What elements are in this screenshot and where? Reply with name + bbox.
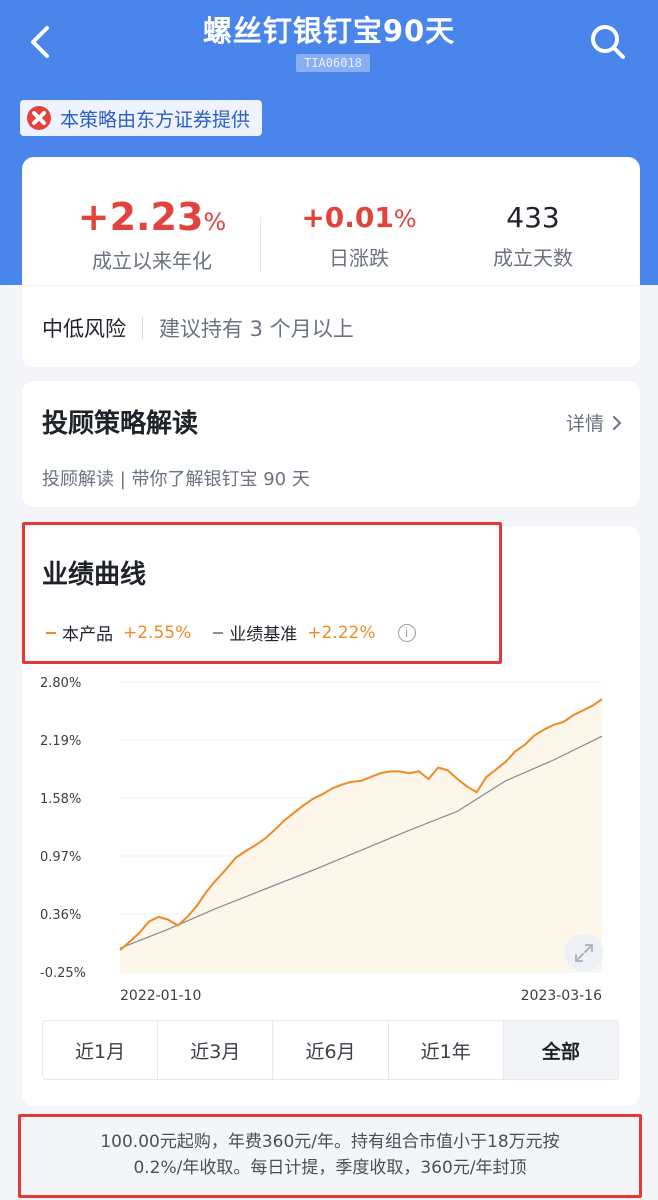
interpretation-title: 投顾策略解读: [42, 409, 199, 439]
annualized-value: +2.23%: [77, 195, 227, 239]
range-tab-1m[interactable]: 近1月: [43, 1021, 159, 1079]
risk-row: 中低风险 建议持有 3 个月以上: [42, 313, 354, 343]
x-start-label: 2022-01-10: [120, 988, 201, 1004]
search-button[interactable]: [588, 22, 628, 62]
range-tab-all[interactable]: 全部: [503, 1021, 618, 1079]
performance-chart[interactable]: 2.80% 2.19% 1.58% 0.97% 0.36% -0.25% 2022-01-1…: [22, 676, 640, 1006]
y-tick-label: 0.97%: [40, 850, 81, 865]
daily-change-value: +0.01%: [301, 201, 417, 234]
expand-chart-button[interactable]: [565, 934, 603, 972]
risk-level: 中低风险: [42, 317, 126, 341]
hold-tip: 建议持有 3 个月以上: [159, 317, 354, 341]
top-bar: 螺丝钉银钉宝90天 TIA06018: [0, 0, 658, 90]
daily-change-label: 日涨跌: [329, 246, 389, 270]
days-label: 成立天数: [493, 246, 573, 270]
daily-change-stat: +0.01% 日涨跌: [284, 195, 434, 271]
chevron-right-icon: [613, 415, 622, 430]
stats-card: +2.23% 成立以来年化 +0.01% 日涨跌 433 成立天数 中低风险 建…: [22, 157, 640, 367]
range-tab-1y[interactable]: 近1年: [389, 1021, 504, 1079]
risk-divider: [142, 317, 143, 339]
details-link[interactable]: 详情: [566, 409, 622, 436]
y-tick-label: 0.36%: [40, 908, 81, 923]
product-code-badge: TIA06018: [296, 54, 370, 72]
y-tick-label: 2.80%: [40, 676, 81, 691]
days-stat: 433 成立天数: [458, 195, 608, 271]
range-tab-3m[interactable]: 近3月: [158, 1021, 274, 1079]
expand-icon: [575, 944, 593, 962]
page-title: 螺丝钉银钉宝90天: [202, 14, 456, 48]
stats-separator: [22, 285, 640, 286]
days-value: 433: [506, 201, 560, 234]
search-icon: [591, 25, 625, 59]
y-tick-label: -0.25%: [40, 966, 86, 981]
range-selector: 近1月 近3月 近6月 近1年 全部: [42, 1020, 619, 1080]
provider-tag[interactable]: 本策略由东方证券提供: [20, 100, 263, 136]
y-tick-label: 2.19%: [40, 734, 81, 749]
x-end-label: 2023-03-16: [521, 988, 602, 1004]
stat-divider: [260, 217, 261, 273]
highlight-box-fee: [18, 1114, 642, 1198]
provider-label: 本策略由东方证券提供: [60, 108, 251, 131]
y-tick-label: 1.58%: [40, 792, 81, 807]
details-label: 详情: [565, 413, 604, 435]
provider-logo-icon: [27, 106, 51, 130]
interpretation-card[interactable]: 投顾策略解读 详情 投顾解读 | 带你了解银钉宝 90 天: [22, 381, 640, 507]
annualized-stat: +2.23% 成立以来年化: [62, 195, 242, 274]
range-tab-6m[interactable]: 近6月: [273, 1021, 389, 1079]
annualized-label: 成立以来年化: [92, 249, 212, 273]
interpretation-desc: 投顾解读 | 带你了解银钉宝 90 天: [42, 469, 310, 490]
highlight-box-performance: [22, 522, 502, 664]
